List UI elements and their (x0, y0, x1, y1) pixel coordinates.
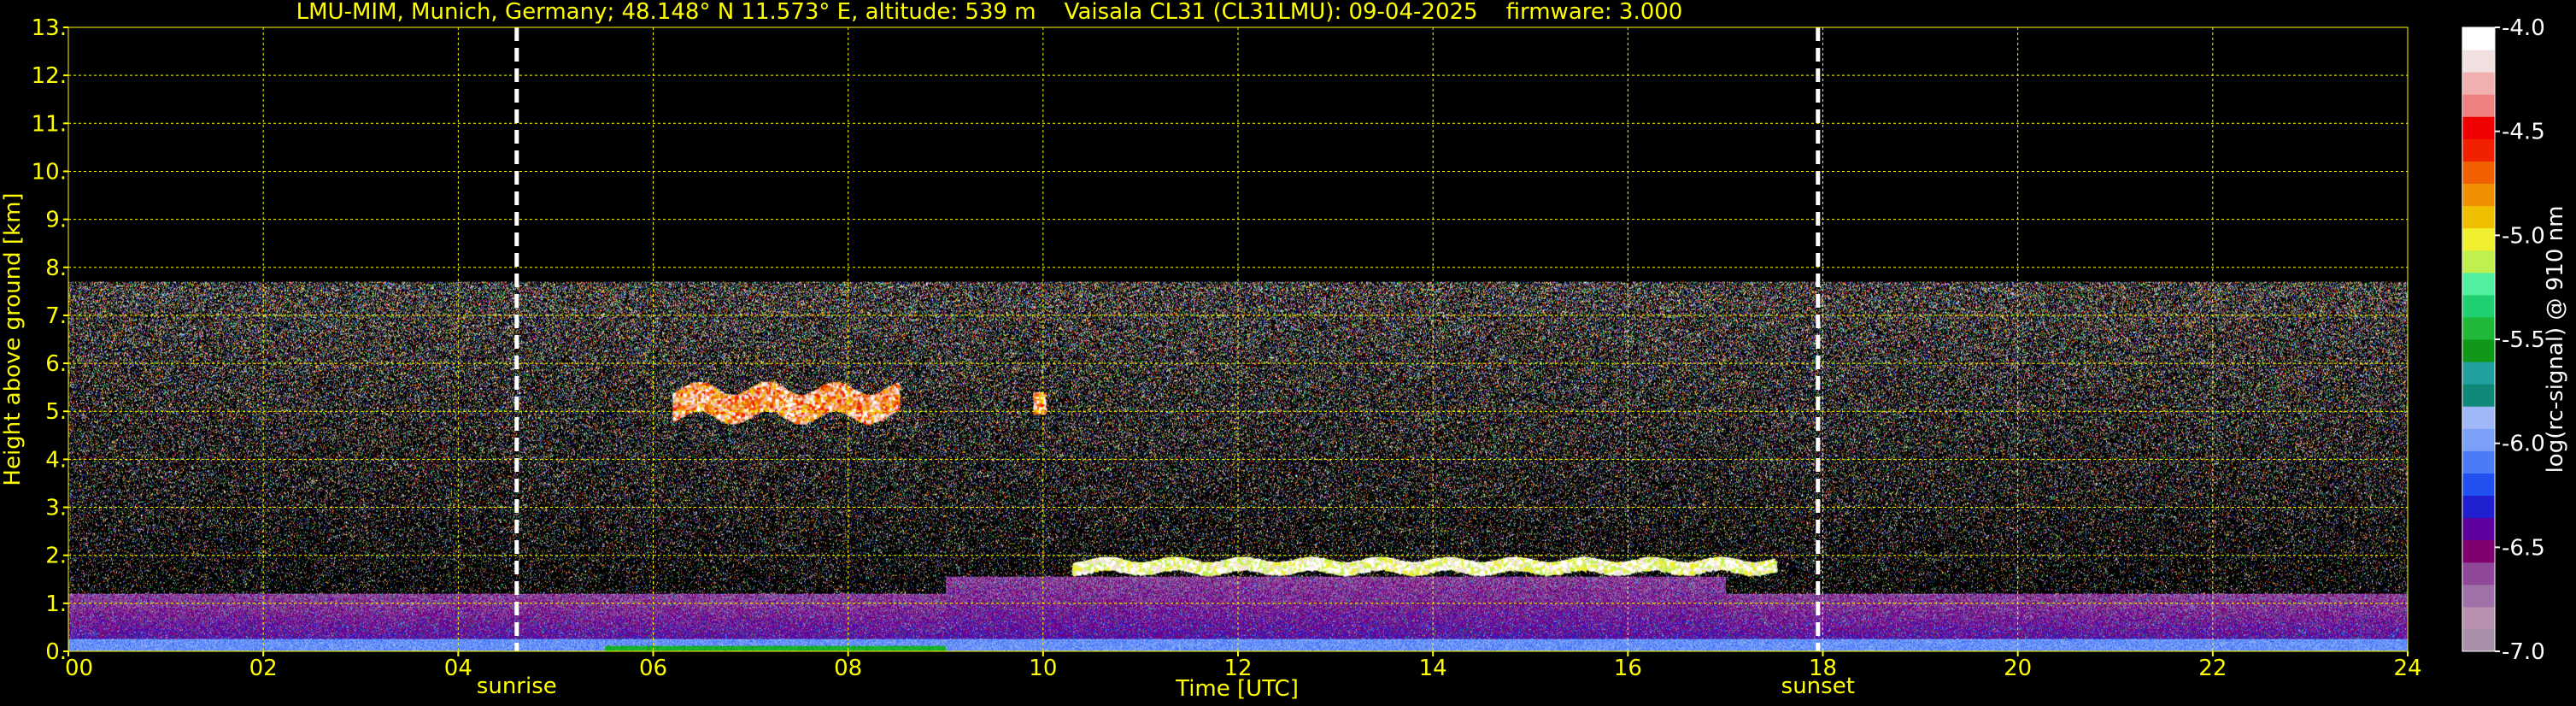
colorbar-label: log(rc-signal) @ 910 nm (2543, 206, 2568, 474)
colorbar-swatch (2462, 316, 2495, 340)
y-tick-label: 3. (45, 496, 67, 521)
y-tick-label: 1. (45, 591, 67, 617)
colorbar-swatch (2462, 294, 2495, 318)
colorbar-swatch (2462, 94, 2495, 117)
colorbar-swatch (2462, 606, 2495, 630)
colorbar-swatch (2462, 227, 2495, 251)
colorbar-swatch (2462, 161, 2495, 184)
colorbar-tick-label: -5.0 (2502, 223, 2545, 249)
colorbar-tick-label: -7.0 (2502, 639, 2545, 665)
x-tick-label: 10 (1029, 656, 1057, 681)
x-tick-label: 16 (1614, 656, 1642, 681)
colorbar-tick-label: -4.0 (2502, 15, 2545, 41)
colorbar-swatch (2462, 339, 2495, 362)
colorbar-swatch (2462, 116, 2495, 139)
sunrise-label: sunrise (477, 674, 557, 699)
sunset-label: sunset (1781, 674, 1855, 699)
colorbar-swatch (2462, 362, 2495, 385)
y-tick-label: 11. (32, 111, 67, 137)
x-tick-label: 20 (2004, 656, 2032, 681)
colorbar-swatch (2462, 495, 2495, 519)
colorbar-tick-label: -6.0 (2502, 432, 2545, 457)
colorbar-swatch (2462, 384, 2495, 407)
chart-title: LMU-MIM, Munich, Germany; 48.148° N 11.5… (296, 0, 1683, 25)
y-tick-label: 7. (45, 303, 67, 329)
x-tick-label: 02 (249, 656, 278, 681)
x-axis-label: Time [UTC] (1175, 676, 1299, 702)
colorbar-swatch (2462, 272, 2495, 296)
colorbar-swatch (2462, 72, 2495, 95)
colorbar-swatch (2462, 539, 2495, 563)
y-tick-label: 4. (45, 447, 67, 473)
x-tick-label: 22 (2198, 656, 2227, 681)
y-tick-label: 10. (32, 159, 67, 185)
colorbar-swatch (2462, 628, 2495, 652)
y-tick-label: 8. (45, 256, 67, 281)
colorbar-swatch (2462, 250, 2495, 274)
y-tick-label: 0. (45, 639, 67, 665)
y-tick-label: 12. (32, 63, 67, 89)
colorbar-swatch (2462, 517, 2495, 541)
colorbar-swatches (2462, 27, 2495, 652)
x-tick-label: 14 (1419, 656, 1447, 681)
x-tick-label: 08 (834, 656, 862, 681)
colorbar-swatch (2462, 562, 2495, 585)
colorbar-swatch (2462, 473, 2495, 496)
x-tick-label: 00 (65, 656, 93, 681)
colorbar-tick-label: -4.5 (2502, 120, 2545, 145)
colorbar-swatch (2462, 205, 2495, 229)
ceilometer-chart: 00 02 04 06 08 10 12 14 16 18 20 22 24 0.1.2.3.4.5.6… (0, 0, 2576, 706)
y-tick-label: 9. (45, 208, 67, 233)
colorbar-swatch (2462, 450, 2495, 474)
x-tick-label: 04 (444, 656, 472, 681)
colorbar-tick-label: -6.5 (2502, 535, 2545, 561)
colorbar-tick-label: -5.5 (2502, 327, 2545, 353)
x-tick-label: 24 (2393, 656, 2421, 681)
colorbar-swatch (2462, 50, 2495, 73)
plot-area (67, 26, 2409, 652)
y-tick-label: 13. (32, 15, 67, 41)
colorbar-swatch (2462, 406, 2495, 429)
colorbar-swatch (2462, 584, 2495, 608)
colorbar-swatch (2462, 138, 2495, 162)
y-axis-label: Height above ground [km] (0, 192, 26, 485)
y-tick-label: 2. (45, 544, 67, 569)
y-tick-label: 6. (45, 351, 67, 377)
y-tick-label: 5. (45, 399, 67, 425)
x-tick-label: 06 (639, 656, 667, 681)
colorbar-swatch (2462, 428, 2495, 451)
colorbar-swatch (2462, 183, 2495, 207)
colorbar-swatch (2462, 27, 2495, 50)
